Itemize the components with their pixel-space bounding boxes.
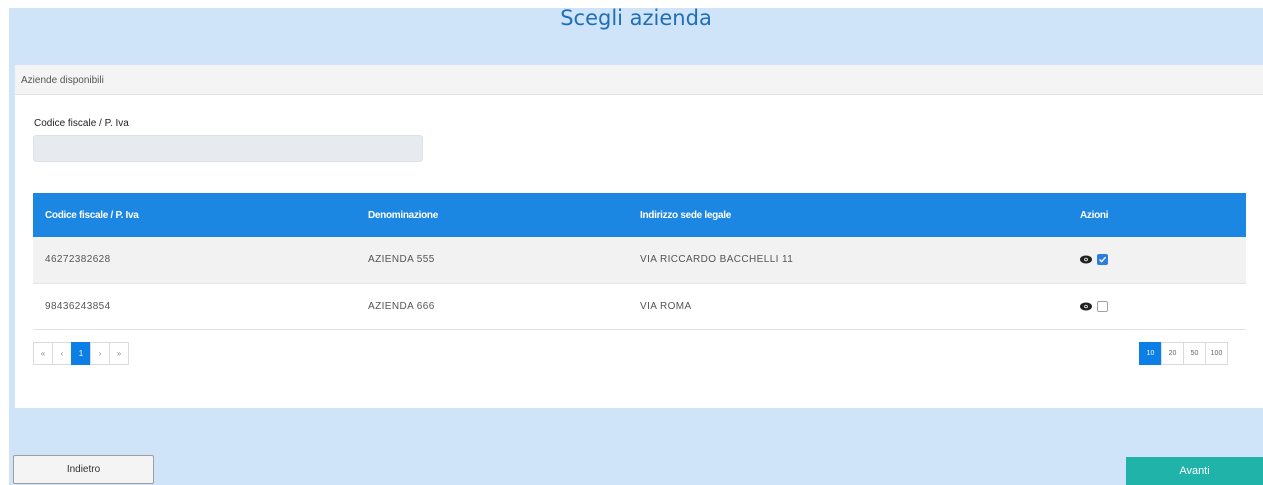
eye-icon[interactable]: [1080, 255, 1092, 264]
table-row: 46272382628 AZIENDA 555 VIA RICCARDO BAC…: [33, 237, 1246, 283]
page-1-button[interactable]: 1: [71, 342, 91, 365]
eye-icon[interactable]: [1080, 302, 1092, 311]
column-header-actions: Azioni: [1080, 209, 1109, 221]
cell-address: VIA ROMA: [640, 300, 692, 312]
cell-actions: [1068, 237, 1246, 283]
table-row: 98436243854 AZIENDA 666 VIA ROMA: [33, 283, 1246, 329]
first-page-button[interactable]: «: [33, 342, 53, 365]
cell-name: AZIENDA 555: [368, 254, 435, 266]
page-size-10[interactable]: 10: [1139, 342, 1162, 365]
column-header-address[interactable]: Indirizzo sede legale: [628, 193, 1068, 237]
cell-tax-code: 46272382628: [45, 254, 111, 266]
cell-tax-code: 98436243854: [45, 300, 111, 312]
table-header-row: Codice fiscale / P. Iva Denominazione In…: [33, 193, 1246, 237]
back-button[interactable]: Indietro: [13, 455, 154, 484]
page-size-50[interactable]: 50: [1183, 342, 1206, 365]
select-checkbox[interactable]: [1097, 300, 1108, 312]
page-size-selector: 10 20 50 100: [1139, 342, 1228, 365]
column-header-name[interactable]: Denominazione: [356, 193, 628, 237]
page-size-20[interactable]: 20: [1161, 342, 1184, 365]
next-button[interactable]: Avanti: [1126, 457, 1263, 485]
page-title: Scegli azienda: [560, 6, 712, 30]
card-header: Aziende disponibili: [15, 65, 1263, 95]
companies-card: Aziende disponibili Codice fiscale / P. …: [15, 65, 1263, 408]
page-size-100[interactable]: 100: [1205, 342, 1228, 365]
pagination: « ‹ 1 › »: [33, 342, 129, 365]
companies-table: Codice fiscale / P. Iva Denominazione In…: [33, 193, 1246, 330]
tax-code-label: Codice fiscale / P. Iva: [34, 118, 129, 129]
next-page-button[interactable]: ›: [90, 342, 110, 365]
column-header-tax-code[interactable]: Codice fiscale / P. Iva: [33, 193, 356, 237]
checkmark-icon: [1099, 256, 1107, 263]
cell-name: AZIENDA 666: [368, 300, 435, 312]
last-page-button[interactable]: »: [109, 342, 129, 365]
cell-address: VIA RICCARDO BACCHELLI 11: [640, 254, 794, 266]
tax-code-input[interactable]: [33, 135, 423, 162]
prev-page-button[interactable]: ‹: [52, 342, 72, 365]
cell-actions: [1068, 283, 1246, 329]
select-checkbox[interactable]: [1097, 254, 1108, 266]
